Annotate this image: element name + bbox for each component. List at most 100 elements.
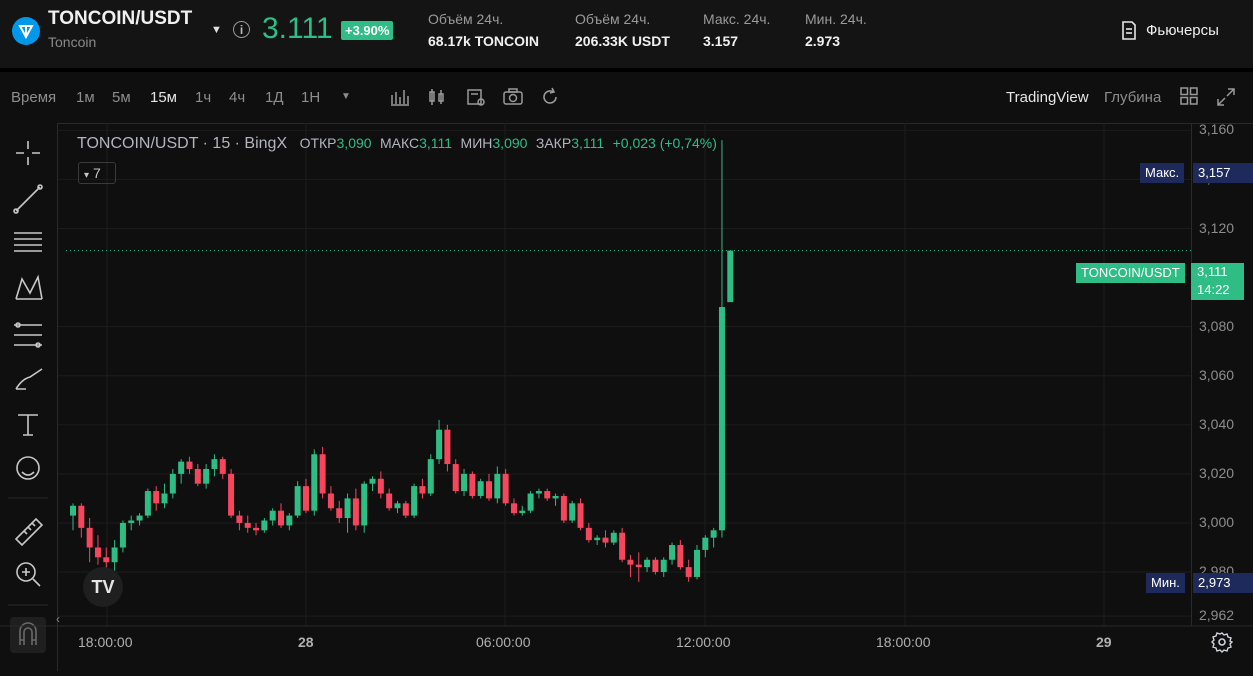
candle <box>718 140 725 538</box>
candle <box>153 486 160 511</box>
legend-low-label: МИН <box>460 135 493 151</box>
candle <box>727 250 734 303</box>
candle <box>527 491 534 514</box>
candle <box>627 554 634 577</box>
candle <box>70 503 76 531</box>
candle <box>386 488 393 511</box>
y-tick-label: 3,120 <box>1199 219 1235 236</box>
symbol-price-tag: TONCOIN/USDT <box>1076 263 1185 283</box>
legend-change: +0,023 (+0,74%) <box>612 135 717 151</box>
candle <box>311 449 318 516</box>
candle <box>203 464 210 489</box>
candle <box>211 454 218 477</box>
candle <box>219 456 226 479</box>
candle <box>253 522 260 536</box>
candle <box>319 446 326 499</box>
candle <box>560 493 567 523</box>
candle <box>302 478 309 514</box>
candle <box>144 488 151 519</box>
legend-high: 3,111 <box>419 135 453 151</box>
candle <box>602 530 609 548</box>
candle <box>702 535 709 558</box>
y-tick-label: 3,020 <box>1199 464 1235 481</box>
candle <box>469 471 476 499</box>
legend-high-label: МАКС <box>380 135 420 151</box>
candle <box>710 527 717 548</box>
min-tag-label: Мин. <box>1146 573 1185 593</box>
legend-close: 3,111 <box>571 135 605 151</box>
candle <box>644 557 651 573</box>
max-tag-label: Макс. <box>1140 163 1185 183</box>
candle <box>94 535 101 565</box>
y-tick-label: 3,040 <box>1199 415 1235 432</box>
candle <box>652 557 659 575</box>
candle <box>502 468 509 506</box>
candle <box>402 500 409 519</box>
candle <box>694 545 700 580</box>
min-tag-value: 2,973 <box>1193 573 1253 593</box>
candle <box>535 488 542 499</box>
candle <box>486 473 492 501</box>
x-tick-label: 12:00:00 <box>676 634 731 650</box>
max-tag-value: 3,157 <box>1193 163 1253 183</box>
candle <box>444 424 451 472</box>
candle <box>244 515 251 533</box>
y-tick-label: 3,080 <box>1199 317 1235 334</box>
candle <box>161 483 168 509</box>
candle <box>452 459 459 494</box>
candle <box>685 559 692 582</box>
candle <box>119 520 126 553</box>
candle <box>635 552 642 582</box>
candle <box>569 500 576 523</box>
candle <box>261 518 268 533</box>
candle <box>361 481 368 533</box>
settings-gear-icon[interactable] <box>1211 631 1235 655</box>
candle <box>294 481 301 519</box>
y-tick-label: 3,060 <box>1199 366 1235 383</box>
chart-legend: TONCOIN/USDT · 15 · BingX ОТКР3,090 МАКС… <box>77 135 717 153</box>
candle <box>610 530 617 546</box>
candle <box>111 540 118 573</box>
candle <box>552 493 559 506</box>
candle <box>669 542 676 565</box>
x-tick-label: 06:00:00 <box>476 634 531 650</box>
y-tick-label: 2,962 <box>1199 607 1235 624</box>
candle <box>477 478 484 499</box>
candle <box>585 522 592 543</box>
candle <box>494 466 501 504</box>
indicator-count: 7 <box>93 165 101 181</box>
candle <box>544 488 551 501</box>
chevron-down-icon: ▾ <box>84 170 90 181</box>
legend-symbol: TONCOIN/USDT · 15 · BingX <box>77 135 288 152</box>
candle <box>178 459 185 484</box>
candle <box>344 493 351 533</box>
candle <box>427 454 434 496</box>
last-price-tag-value: 3,111 <box>1197 264 1228 279</box>
indicators-toggle[interactable]: ▾ 7 <box>78 162 116 184</box>
legend-open: 3,090 <box>336 135 372 151</box>
candle <box>461 468 468 496</box>
x-tick-label: 28 <box>298 634 314 650</box>
candle-countdown: 14:22 <box>1197 282 1230 297</box>
candle <box>594 535 601 546</box>
candle <box>78 503 85 538</box>
candle <box>194 464 201 487</box>
candle <box>394 500 401 514</box>
legend-close-label: ЗАКР <box>535 135 572 151</box>
x-tick-label: 18:00:00 <box>78 634 133 650</box>
candle <box>86 518 93 563</box>
candle <box>419 478 426 499</box>
candle <box>619 527 626 563</box>
candlestick-chart[interactable] <box>0 0 1253 671</box>
x-tick-label: 29 <box>1096 634 1112 650</box>
candle <box>286 513 293 531</box>
candle <box>128 515 135 531</box>
last-price-tag: 3,111 14:22 <box>1191 263 1244 300</box>
candle <box>436 419 443 465</box>
tradingview-logo-icon: TV <box>83 567 123 607</box>
candle <box>577 498 584 531</box>
candle <box>352 488 359 531</box>
candle <box>377 471 384 499</box>
candle <box>411 483 418 519</box>
candle <box>236 510 243 531</box>
